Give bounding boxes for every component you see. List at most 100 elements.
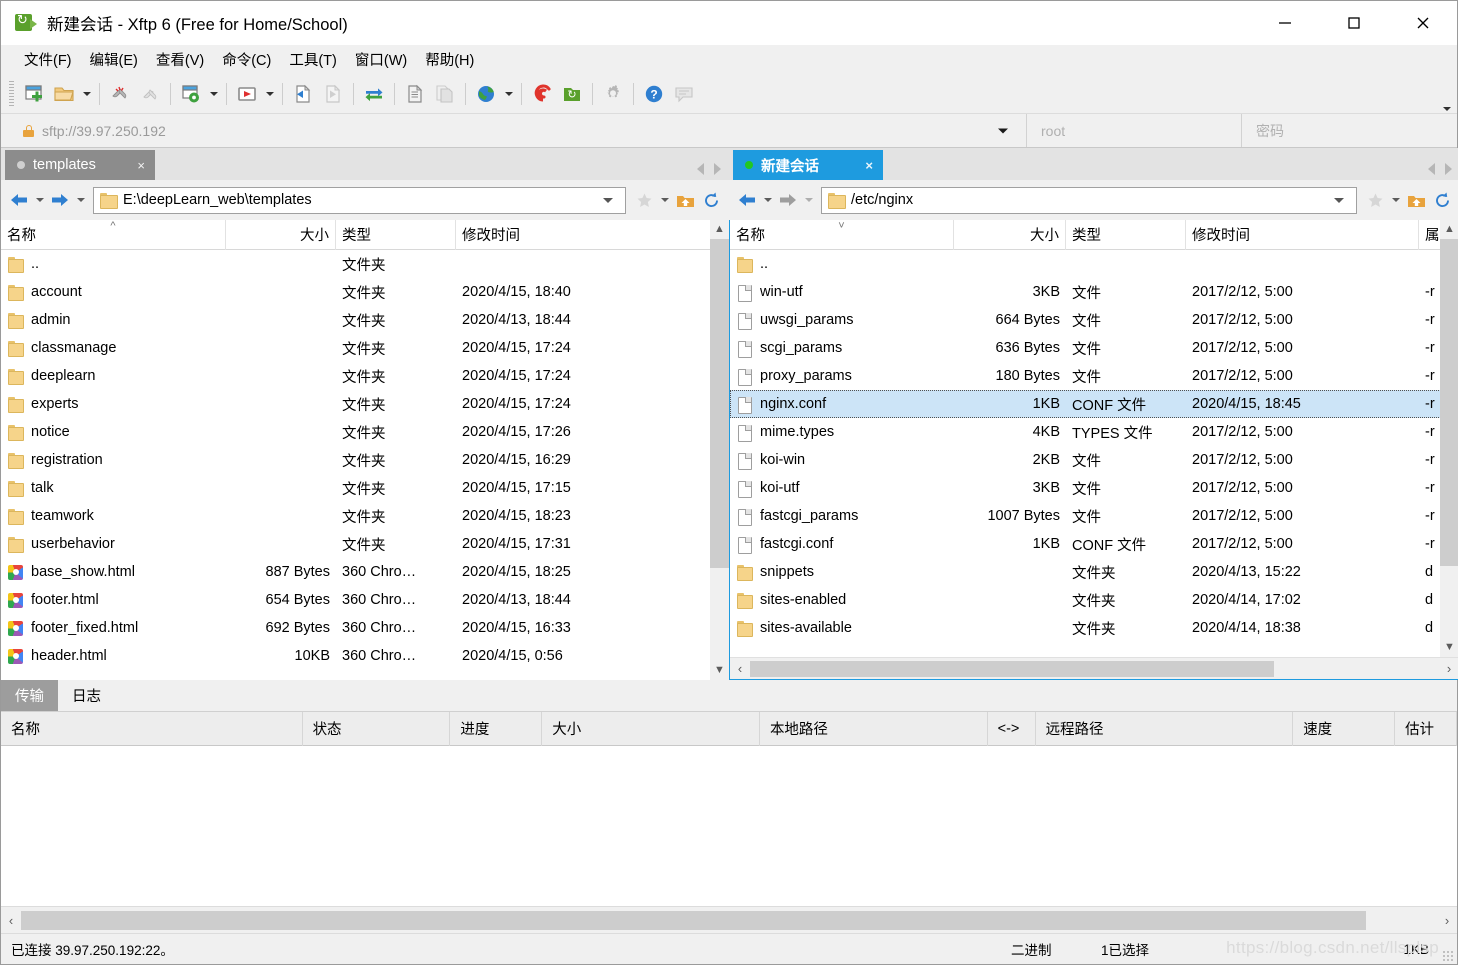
table-row[interactable]: userbehavior 文件夹 2020/4/15, 17:31: [1, 530, 729, 558]
table-row[interactable]: talk 文件夹 2020/4/15, 17:15: [1, 474, 729, 502]
column-header-size[interactable]: 大小: [954, 220, 1066, 250]
feedback-icon[interactable]: [669, 79, 699, 109]
username-field[interactable]: root: [1026, 114, 1241, 147]
toolbar-grip[interactable]: [9, 81, 14, 107]
column-header-modified[interactable]: 修改时间: [1186, 220, 1419, 250]
transfer-column-header[interactable]: <->: [988, 711, 1036, 746]
table-row[interactable]: teamwork 文件夹 2020/4/15, 18:23: [1, 502, 729, 530]
transfer-right-icon[interactable]: [318, 79, 348, 109]
toolbar-overflow-caret[interactable]: [1443, 107, 1451, 111]
table-row[interactable]: proxy_params 180 Bytes 文件 2017/2/12, 5:00 -r: [730, 362, 1458, 390]
scroll-up-icon[interactable]: ▲: [1440, 220, 1458, 239]
menu-view[interactable]: 查看(V): [147, 46, 213, 74]
transfer-column-header[interactable]: 远程路径: [1036, 711, 1294, 746]
scroll-down-icon[interactable]: ▼: [1440, 638, 1458, 657]
copy-icon[interactable]: [400, 79, 430, 109]
menu-tools[interactable]: 工具(T): [280, 46, 346, 74]
back-history-caret[interactable]: [33, 187, 46, 213]
table-row[interactable]: footer.html 654 Bytes 360 Chro… 2020/4/13, …: [1, 586, 729, 614]
tab-prev-icon[interactable]: [697, 163, 704, 175]
column-header-type[interactable]: 类型: [336, 220, 456, 250]
table-row[interactable]: registration 文件夹 2020/4/15, 16:29: [1, 446, 729, 474]
remote-vscroll-thumb[interactable]: [1440, 239, 1458, 567]
tab-next-icon[interactable]: [714, 163, 721, 175]
hscroll-right-icon[interactable]: ›: [1437, 913, 1457, 928]
table-row[interactable]: classmanage 文件夹 2020/4/15, 17:24: [1, 334, 729, 362]
table-row[interactable]: koi-win 2KB 文件 2017/2/12, 5:00 -r: [730, 446, 1458, 474]
remote-path-input[interactable]: /etc/nginx: [821, 186, 1357, 214]
help-icon[interactable]: ?: [639, 79, 669, 109]
xshell-icon[interactable]: [527, 79, 557, 109]
minimize-icon[interactable]: [1250, 1, 1319, 45]
transfer-column-header[interactable]: 速度: [1293, 711, 1396, 746]
bookmark-caret[interactable]: [658, 187, 671, 213]
tab-transfer[interactable]: 传输: [1, 680, 58, 711]
local-vscroll-thumb[interactable]: [710, 239, 729, 569]
column-header-name[interactable]: 名称 ^: [1, 220, 226, 250]
open-folder-icon[interactable]: [49, 79, 79, 109]
table-row[interactable]: snippets 文件夹 2020/4/13, 15:22 d: [730, 558, 1458, 586]
bottom-hscroll-thumb[interactable]: [21, 910, 1367, 930]
table-row[interactable]: experts 文件夹 2020/4/15, 17:24: [1, 390, 729, 418]
globe-caret[interactable]: [501, 79, 516, 109]
table-row[interactable]: sites-available 文件夹 2020/4/14, 18:38 d: [730, 614, 1458, 642]
back-icon[interactable]: [7, 187, 31, 213]
run-icon[interactable]: [232, 79, 262, 109]
local-vscrollbar[interactable]: ▲ ▼: [710, 220, 729, 680]
bookmark-star-icon[interactable]: [632, 187, 656, 213]
hscroll-right-icon[interactable]: ›: [1439, 661, 1458, 676]
menu-window[interactable]: 窗口(W): [346, 46, 416, 74]
table-row[interactable]: base_show.html 887 Bytes 360 Chro… 2020/4/1…: [1, 558, 729, 586]
session-properties-caret[interactable]: [206, 79, 221, 109]
path-dropdown-caret[interactable]: [1334, 197, 1344, 203]
tab-templates[interactable]: templates ×: [5, 150, 155, 180]
table-row[interactable]: nginx.conf 1KB CONF 文件 2020/4/15, 18:45 -r: [730, 390, 1458, 418]
column-header-size[interactable]: 大小: [226, 220, 336, 250]
home-folder-icon[interactable]: [673, 187, 697, 213]
forward-icon[interactable]: [776, 187, 800, 213]
table-row[interactable]: deeplearn 文件夹 2020/4/15, 17:24: [1, 362, 729, 390]
table-row[interactable]: account 文件夹 2020/4/15, 18:40: [1, 278, 729, 306]
transfer-column-header[interactable]: 本地路径: [760, 711, 988, 746]
table-row[interactable]: notice 文件夹 2020/4/15, 17:26: [1, 418, 729, 446]
bottom-hscroll-track[interactable]: [21, 910, 1437, 930]
forward-icon[interactable]: [48, 187, 72, 213]
url-input[interactable]: sftp://39.97.250.192: [1, 114, 1026, 147]
tab-next-icon[interactable]: [1445, 163, 1452, 175]
paste-icon[interactable]: [430, 79, 460, 109]
column-header-type[interactable]: 类型: [1066, 220, 1186, 250]
remote-hscroll-track[interactable]: [750, 660, 1439, 677]
url-dropdown-caret[interactable]: [998, 128, 1008, 133]
remote-vscroll-track[interactable]: [1440, 239, 1458, 638]
window-resize-grip[interactable]: [1442, 950, 1454, 962]
local-path-input[interactable]: E:\deepLearn_web\templates: [93, 186, 626, 214]
refresh-icon[interactable]: [699, 187, 723, 213]
maximize-icon[interactable]: [1319, 1, 1388, 45]
table-row[interactable]: fastcgi_params 1007 Bytes 文件 2017/2/12, 5:0…: [730, 502, 1458, 530]
column-header-name[interactable]: 名称 ˅: [730, 220, 954, 250]
back-icon[interactable]: [735, 187, 759, 213]
transfer-column-header[interactable]: 进度: [450, 711, 543, 746]
bookmark-caret[interactable]: [1389, 187, 1402, 213]
table-row[interactable]: footer_fixed.html 692 Bytes 360 Chro… 2020/…: [1, 614, 729, 642]
menu-help[interactable]: 帮助(H): [416, 46, 483, 74]
table-row[interactable]: header.html 10KB 360 Chro… 2020/4/15, 0:56: [1, 642, 729, 670]
xftp-green-icon[interactable]: ↻: [557, 79, 587, 109]
table-row[interactable]: scgi_params 636 Bytes 文件 2017/2/12, 5:00 -r: [730, 334, 1458, 362]
remote-hscrollbar[interactable]: ‹ ›: [730, 657, 1458, 679]
column-header-modified[interactable]: 修改时间: [456, 220, 711, 250]
transfer-column-header[interactable]: 名称: [1, 711, 303, 746]
table-row[interactable]: win-utf 3KB 文件 2017/2/12, 5:00 -r: [730, 278, 1458, 306]
refresh-icon[interactable]: [1430, 187, 1454, 213]
forward-history-caret[interactable]: [802, 187, 815, 213]
tab-close-icon[interactable]: ×: [137, 158, 145, 173]
transfer-column-header[interactable]: 大小: [542, 711, 760, 746]
scroll-down-icon[interactable]: ▼: [710, 661, 729, 680]
table-row[interactable]: .. 文件夹: [1, 250, 729, 278]
session-properties-icon[interactable]: [176, 79, 206, 109]
back-history-caret[interactable]: [761, 187, 774, 213]
new-session-icon[interactable]: [19, 79, 49, 109]
remote-vscrollbar[interactable]: ▲ ▼: [1440, 220, 1458, 657]
table-row[interactable]: koi-utf 3KB 文件 2017/2/12, 5:00 -r: [730, 474, 1458, 502]
password-field[interactable]: 密码: [1241, 114, 1457, 147]
